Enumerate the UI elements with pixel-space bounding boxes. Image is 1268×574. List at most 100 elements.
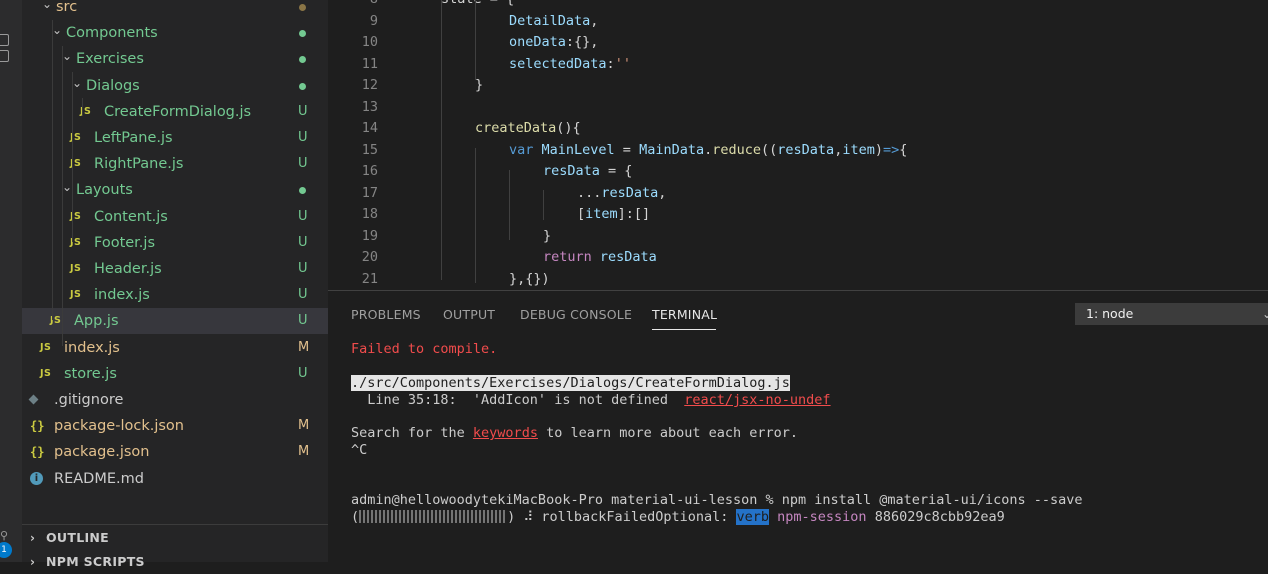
extensions-icon[interactable] [0, 34, 9, 46]
tree-item-label: package.json [54, 444, 150, 461]
file-item[interactable]: JS Content.js U [22, 204, 328, 230]
tree-item-label: Layouts [76, 182, 133, 199]
tab-problems[interactable]: PROBLEMS [351, 307, 421, 322]
code-text: } [543, 226, 551, 248]
chevron-down-icon: ⌄ [72, 75, 83, 90]
terminal-select[interactable]: 1: node ⌄ [1075, 303, 1268, 325]
npm-scripts-section-header[interactable]: › NPM SCRIPTS [22, 550, 328, 574]
line-number: 8 [370, 0, 378, 11]
code-token: createData [475, 120, 557, 136]
file-item[interactable]: JS Header.js U [22, 256, 328, 282]
tree-item-label: Dialogs [86, 77, 140, 94]
file-item[interactable]: JS App.js U [22, 308, 328, 335]
file-item[interactable]: .gitignore [22, 387, 328, 413]
chevron-right-icon: › [30, 555, 36, 569]
code-token: resData [601, 184, 659, 201]
code-token: '' [614, 55, 631, 72]
notification-badge[interactable]: 1 [0, 542, 12, 558]
verb-label: verb [736, 509, 769, 525]
folder-item[interactable]: ⌄ Layouts [22, 177, 328, 203]
code-text: resData = { [543, 161, 632, 183]
git-file-icon [28, 394, 39, 405]
tree-item-label: Content.js [94, 208, 168, 225]
code-token: var [509, 141, 542, 158]
tree-item-label: Footer.js [94, 234, 155, 251]
info-icon: i [30, 471, 43, 485]
code-token: , [658, 184, 667, 201]
remote-icon[interactable] [0, 50, 9, 62]
tab-terminal[interactable]: TERMINAL [652, 307, 717, 322]
code-token: => [882, 141, 900, 158]
line-number: 19 [361, 227, 378, 244]
code-token: [ [577, 206, 586, 222]
file-item[interactable]: JS store.js U [22, 361, 328, 387]
json-file-icon: {} [30, 419, 45, 434]
tree-item-label: App.js [74, 313, 119, 330]
code-text: createData(){ [475, 118, 581, 140]
tree-item-label: README.md [54, 470, 144, 487]
git-status-badge: M [298, 339, 310, 355]
explorer-sidebar: ⌄ src ⌄ Components ⌄ Exercises ⌄ Dialogs JS Creat… [22, 0, 328, 569]
file-item[interactable]: JS index.js U [22, 282, 328, 308]
terminal-select-value: 1: node [1086, 306, 1134, 321]
tree-item-label: Exercises [76, 51, 144, 68]
code-editor[interactable]: 8state = {9DetailData,10oneData:{},11sel… [328, 0, 1268, 290]
code-token: reduce [712, 141, 762, 158]
code-token: , [590, 12, 599, 29]
file-item[interactable]: JS CreateFormDialog.js U [22, 99, 328, 125]
indent-guide [82, 98, 83, 116]
file-item[interactable]: {} package-lock.json M [22, 413, 328, 439]
folder-item[interactable]: ⌄ Dialogs [22, 73, 328, 99]
code-indent-guide [543, 190, 544, 220]
section-divider [22, 524, 328, 525]
file-item[interactable]: {} package.json M [22, 439, 328, 465]
git-status-badge: U [298, 287, 308, 303]
tab-output[interactable]: OUTPUT [443, 307, 495, 322]
code-line: 17 ...resData, [328, 183, 1268, 205]
indent-guide [52, 20, 53, 320]
code-token: MainLevel [541, 141, 615, 158]
search-text-pre: Search for the [351, 425, 473, 441]
folder-item[interactable]: ⌄ src [22, 0, 328, 20]
folder-item[interactable]: ⌄ Exercises [22, 46, 328, 72]
file-item[interactable]: JS LeftPane.js U [22, 125, 328, 151]
keywords-link[interactable]: keywords [473, 425, 538, 441]
code-text: ...resData, [577, 183, 666, 205]
code-token: },{}) [509, 270, 550, 287]
git-status-dot [299, 4, 306, 11]
code-line: 14 createData(){ [328, 118, 1268, 140]
git-status-badge: U [298, 156, 308, 172]
line-number: 18 [361, 206, 378, 222]
code-token: resData [543, 163, 600, 179]
npm-session-label: npm-session [777, 509, 867, 525]
line-number: 10 [361, 34, 378, 50]
git-status-badge: U [298, 365, 308, 381]
code-line: 13 [328, 97, 1268, 119]
eslint-rule-link[interactable]: react/jsx-no-undef [684, 392, 830, 408]
tab-debug-console[interactable]: DEBUG CONSOLE [520, 307, 632, 322]
outline-section-header[interactable]: › OUTLINE [22, 526, 328, 550]
npm-scripts-label: NPM SCRIPTS [46, 554, 145, 569]
progress-status: ) ⠼ rollbackFailedOptional: [507, 509, 737, 525]
file-item[interactable]: i README.md [22, 466, 328, 492]
line-number: 13 [361, 98, 378, 115]
code-text: } [475, 75, 483, 97]
git-status-dot [299, 30, 306, 38]
git-status-dot [299, 82, 306, 90]
file-item[interactable]: JS RightPane.js U [22, 151, 328, 177]
git-status-badge: U [298, 313, 308, 329]
json-file-icon: {} [30, 445, 45, 460]
file-item[interactable]: JS Footer.js U [22, 230, 328, 256]
code-line: 12} [328, 75, 1268, 97]
accounts-icon[interactable]: ⚲ [0, 529, 8, 542]
chevron-right-icon: › [30, 531, 36, 545]
code-token: :{}, [565, 34, 599, 50]
folder-item[interactable]: ⌄ Components [22, 20, 328, 46]
line-number: 21 [361, 270, 378, 287]
tree-item-label: CreateFormDialog.js [104, 103, 252, 120]
file-item[interactable]: JS index.js M [22, 335, 328, 361]
code-token: return [543, 249, 600, 265]
code-indent-guide [441, 0, 442, 280]
terminal-line-ctrl-c: ^C [351, 442, 368, 458]
activity-bar: ⚲ 1 [0, 0, 22, 562]
